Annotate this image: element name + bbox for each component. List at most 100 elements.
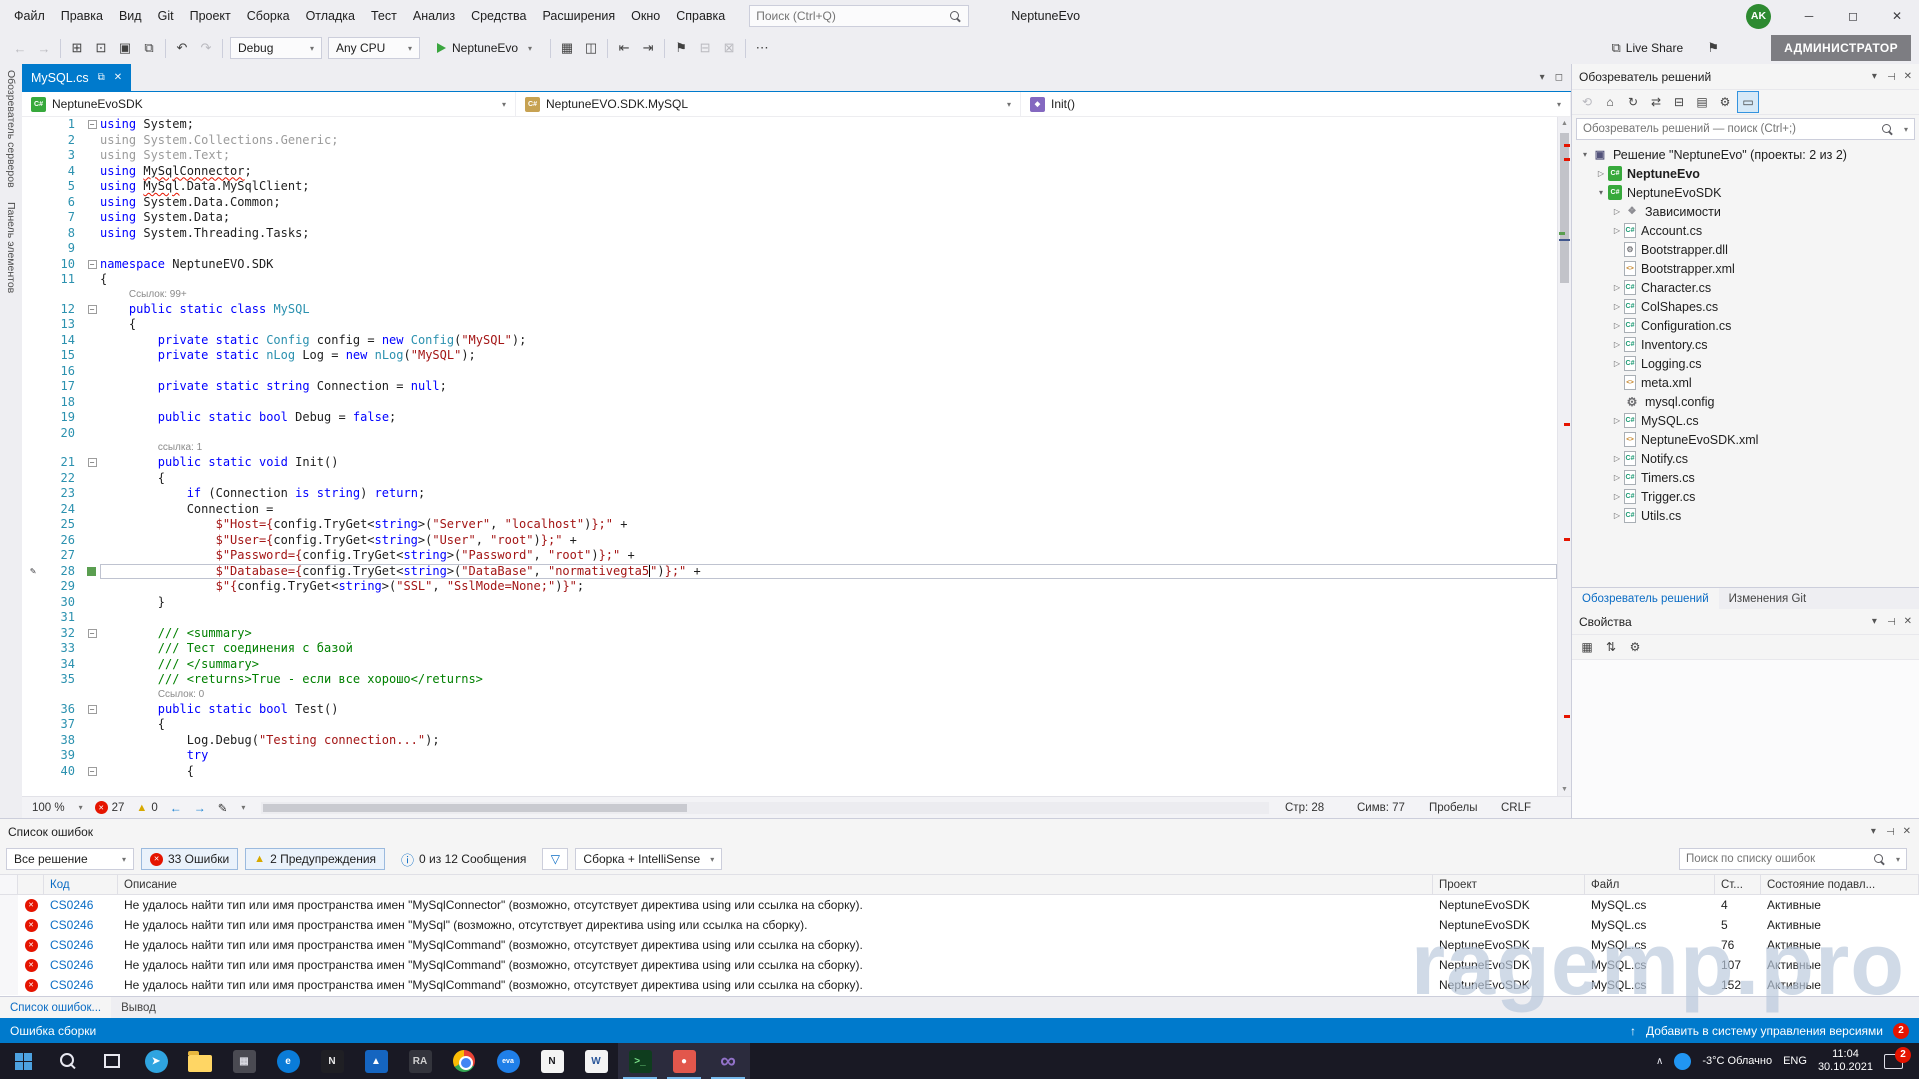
start-button[interactable] (0, 1043, 46, 1079)
shift-left-icon[interactable]: ⇤ (612, 36, 636, 60)
save-icon[interactable]: ▣ (113, 36, 137, 60)
panel-tab[interactable]: Вывод (111, 997, 166, 1018)
feedback-icon[interactable]: ⚑ (1701, 36, 1725, 60)
line-ending-indicator[interactable]: CRLF (1495, 802, 1567, 814)
shift-right-icon[interactable]: ⇥ (636, 36, 660, 60)
tree-item[interactable]: <>Bootstrapper.xml (1572, 259, 1919, 278)
search-icon[interactable] (46, 1043, 90, 1079)
document-warnings-indicator[interactable]: ▲ 0 (130, 802, 163, 814)
weather-icon[interactable] (1674, 1053, 1691, 1070)
show-all-files-icon[interactable]: ▤ (1691, 91, 1713, 113)
editor-vertical-scrollbar[interactable]: ▲ ▼ (1557, 117, 1571, 796)
tree-item[interactable]: ▾▣Решение "NeptuneEvo" (проекты: 2 из 2) (1572, 145, 1919, 164)
highlight-tool-button[interactable]: ✎ ▾ (212, 801, 252, 815)
ragemp-icon[interactable]: RA (398, 1043, 442, 1079)
account-avatar[interactable]: AK (1746, 4, 1771, 29)
weather-text[interactable]: -3°C Облачно (1702, 1055, 1772, 1067)
edge-icon[interactable]: e (266, 1043, 310, 1079)
tree-item[interactable]: ▷C#Logging.cs (1572, 354, 1919, 373)
minimize-button[interactable]: ─ (1787, 0, 1831, 32)
close-icon[interactable]: ✕ (1904, 71, 1912, 82)
categorized-icon[interactable]: ▦ (1576, 636, 1598, 658)
bookmark-icon[interactable]: ⚑ (669, 36, 693, 60)
error-search-input[interactable] (1686, 853, 1873, 865)
notification-center-icon[interactable]: 2 (1884, 1054, 1903, 1069)
notepad-icon[interactable]: N (310, 1043, 354, 1079)
collapsed-arrow-icon[interactable]: ▷ (1610, 321, 1624, 330)
expanded-arrow-icon[interactable]: ▾ (1578, 150, 1592, 159)
menu-item[interactable]: Файл (6, 1, 53, 31)
collapsed-arrow-icon[interactable]: ▷ (1594, 169, 1608, 178)
window-menu-icon[interactable]: ▾ (1872, 616, 1877, 627)
menu-item[interactable]: Средства (463, 1, 534, 31)
photos-icon[interactable]: ▲ (354, 1043, 398, 1079)
scope-dropdown[interactable]: Все решение ▾ (6, 848, 134, 870)
telegram-icon[interactable]: ➤ (134, 1043, 178, 1079)
scroll-up-icon[interactable]: ▲ (1558, 117, 1571, 130)
hidden-icons-chevron[interactable]: ∧ (1656, 1056, 1663, 1067)
collapsed-arrow-icon[interactable]: ▷ (1610, 511, 1624, 520)
collapse-icon[interactable]: − (88, 705, 97, 714)
tree-item[interactable]: ▷C#Inventory.cs (1572, 335, 1919, 354)
pin-icon[interactable]: ⊤ (1885, 617, 1896, 626)
home-icon[interactable]: ⌂ (1599, 91, 1621, 113)
collapsed-arrow-icon[interactable]: ▷ (1610, 473, 1624, 482)
member-dropdown[interactable]: ◆ Init() ▾ (1021, 92, 1571, 116)
comment-icon[interactable]: ⊟ (693, 36, 717, 60)
navigate-back-button[interactable]: ← (164, 801, 188, 815)
window-menu-icon[interactable]: ▾ (1871, 826, 1876, 837)
eva-icon[interactable]: eva (486, 1043, 530, 1079)
tree-item[interactable]: ▷C#Configuration.cs (1572, 316, 1919, 335)
collapsed-arrow-icon[interactable]: ▷ (1610, 283, 1624, 292)
column-header[interactable]: Код (44, 875, 118, 894)
configuration-dropdown[interactable]: Debug ▾ (230, 37, 322, 59)
collapsed-arrow-icon[interactable]: ▷ (1610, 340, 1624, 349)
solution-explorer-search[interactable]: ▾ (1576, 118, 1915, 140)
scroll-down-icon[interactable]: ▼ (1558, 783, 1571, 796)
close-button[interactable]: ✕ (1875, 0, 1919, 32)
find-in-files-icon[interactable]: ▦ (555, 36, 579, 60)
platform-dropdown[interactable]: Any CPU ▾ (328, 37, 420, 59)
tree-item[interactable]: ▷C#MySQL.cs (1572, 411, 1919, 430)
error-list-search[interactable]: ▾ (1679, 848, 1907, 870)
collapsed-arrow-icon[interactable]: ▷ (1610, 207, 1624, 216)
source-dropdown[interactable]: Сборка + IntelliSense ▾ (575, 848, 722, 870)
menu-item[interactable]: Отладка (298, 1, 363, 31)
pop-out-icon[interactable]: ⧉ (98, 72, 105, 83)
menu-item[interactable]: Правка (53, 1, 111, 31)
column-header[interactable]: Проект (1433, 875, 1585, 894)
error-row[interactable]: ✕CS0246Не удалось найти тип или имя прос… (0, 955, 1919, 975)
navigate-forward-button[interactable]: → (188, 801, 212, 815)
add-to-source-control-button[interactable]: Добавить в систему управления версиями (1646, 1024, 1883, 1038)
navigate-back-icon[interactable]: ← (8, 36, 32, 60)
error-row[interactable]: ✕CS0246Не удалось найти тип или имя прос… (0, 895, 1919, 915)
properties-icon[interactable]: ⚙ (1714, 91, 1736, 113)
tree-item[interactable]: ▷C#ColShapes.cs (1572, 297, 1919, 316)
clear-filters-button[interactable]: ▽ (542, 848, 568, 870)
navigate-forward-icon[interactable]: → (32, 36, 56, 60)
panel-tab[interactable]: Обозреватель решений (1572, 588, 1719, 609)
expanded-arrow-icon[interactable]: ▾ (1594, 188, 1608, 197)
task-view-icon[interactable] (90, 1043, 134, 1079)
notion-icon[interactable]: N (530, 1043, 574, 1079)
clock[interactable]: 11:04 30.10.2021 (1818, 1048, 1873, 1074)
menu-item[interactable]: Окно (623, 1, 668, 31)
project-dropdown[interactable]: C# NeptuneEvoSDK ▾ (22, 92, 516, 116)
tree-item[interactable]: ▷C#Timers.cs (1572, 468, 1919, 487)
window-menu-icon[interactable]: ▾ (1872, 71, 1877, 82)
tree-item[interactable]: ▷C#Character.cs (1572, 278, 1919, 297)
indentation-indicator[interactable]: Пробелы (1423, 802, 1495, 814)
save-all-icon[interactable]: ⧉ (137, 36, 161, 60)
zoom-dropdown[interactable]: 100 % ▾ (26, 802, 89, 814)
terminal-icon[interactable]: >_ (618, 1043, 662, 1079)
panel-tab[interactable]: Изменения Git (1719, 588, 1816, 609)
column-header[interactable]: Ст... (1715, 875, 1761, 894)
menu-item[interactable]: Анализ (405, 1, 463, 31)
column-header[interactable]: Состояние подавл... (1761, 875, 1919, 894)
side-tab[interactable]: Панель элементов (5, 202, 17, 293)
column-indicator[interactable]: Симв: 77 (1351, 802, 1423, 814)
maximize-button[interactable]: ◻ (1831, 0, 1875, 32)
collapse-icon[interactable]: − (88, 260, 97, 269)
quick-search-input[interactable] (756, 9, 949, 23)
tree-item[interactable]: ▷C#Trigger.cs (1572, 487, 1919, 506)
